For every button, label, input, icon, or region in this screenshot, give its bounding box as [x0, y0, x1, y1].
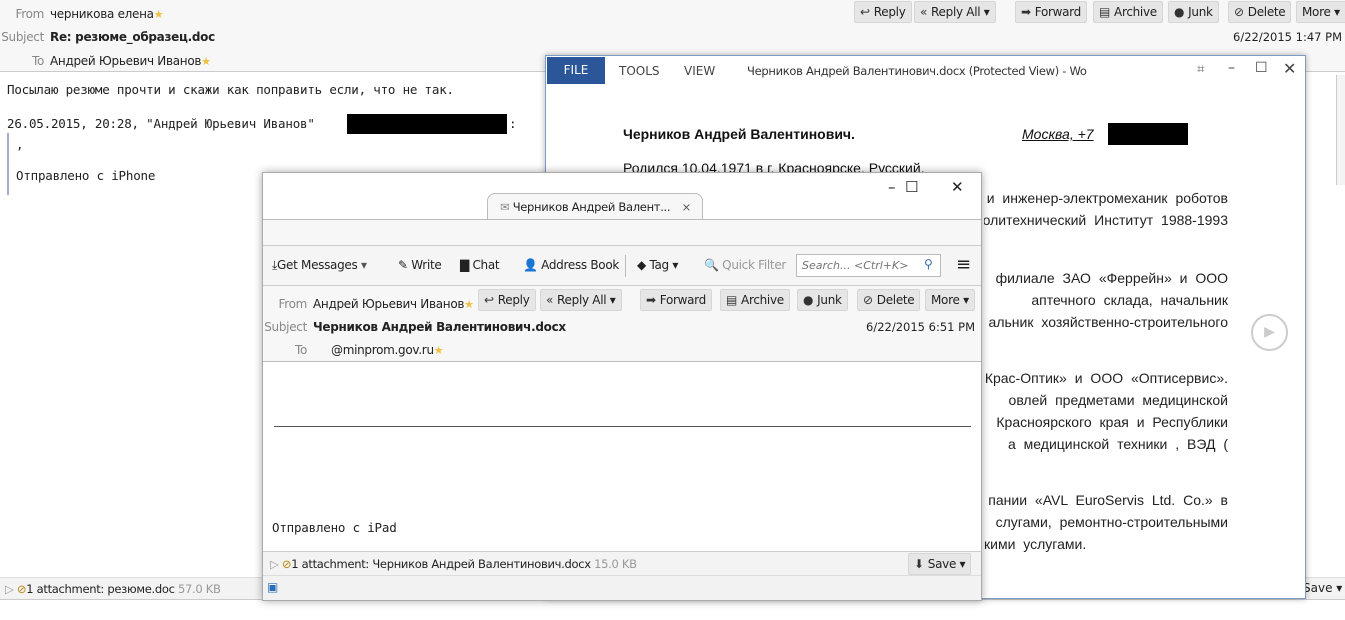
thunderbird-window: – ☐ ✕ ✉ Черников Андрей Валент... × ⤓Get…	[262, 172, 982, 601]
close-button[interactable]: ✕	[1283, 59, 1296, 78]
junk-button[interactable]: ● Junk	[797, 289, 848, 311]
star-icon[interactable]: ★	[464, 298, 474, 311]
star-icon[interactable]: ★	[434, 344, 444, 357]
minimize-button[interactable]: –	[1228, 60, 1235, 76]
menu-icon[interactable]: ≡	[956, 254, 971, 275]
expand-icon[interactable]: ▷	[270, 557, 279, 571]
bg-body-line: Посылаю резюме прочти и скажи как поправ…	[7, 82, 454, 97]
word-title: Черников Андрей Валентинович.docx (Prote…	[747, 64, 1087, 78]
archive-icon: ▤	[726, 293, 738, 307]
tb-subject: Черников Андрей Валентинович.docx	[313, 320, 566, 334]
bg-forward-button[interactable]: ➡ Forward	[1015, 1, 1087, 23]
search-input[interactable]	[796, 254, 941, 277]
junk-icon: ●	[803, 293, 814, 307]
address-book-button[interactable]: 👤 Address Book	[523, 258, 619, 272]
bg-from[interactable]: черникова елена	[50, 7, 154, 21]
attachment[interactable]: ▷ ⊘1 attachment: Черников Андрей Валенти…	[270, 557, 637, 571]
close-button[interactable]: ✕	[951, 178, 964, 196]
maximize-button[interactable]: ☐	[1255, 60, 1268, 76]
tb-date: 6/22/2015 6:51 PM	[866, 320, 975, 334]
chat-icon: ▇	[460, 258, 469, 272]
attachment-bar: ▷ ⊘1 attachment: Черников Андрей Валенти…	[263, 551, 981, 576]
bg-reply-button[interactable]: ↩ Reply	[854, 1, 912, 23]
bg-more-button[interactable]: More ▾	[1296, 1, 1345, 23]
more-button[interactable]: More ▾	[925, 289, 975, 311]
forward-icon: ➡	[1021, 5, 1031, 19]
reply-icon: ↩	[484, 293, 494, 307]
reply-button[interactable]: ↩ Reply	[478, 289, 536, 311]
forward-button[interactable]: ➡ Forward	[640, 289, 712, 311]
pencil-icon: ✎	[398, 258, 408, 272]
delete-icon: ⊘	[1234, 5, 1244, 19]
archive-icon: ▤	[1099, 5, 1111, 19]
tb-signature: Отправлено с iPad	[272, 520, 397, 535]
tag-button[interactable]: ◆ Tag ▾	[637, 258, 678, 272]
doc-text: и инженер-электромеханик роботов олитехн…	[984, 190, 1228, 552]
search-icon[interactable]: ⚲	[924, 257, 933, 271]
archive-button[interactable]: ▤ Archive	[720, 289, 790, 311]
paperclip-icon: ⊘	[16, 582, 27, 596]
magnifier-icon: 🔍	[704, 258, 719, 272]
bg-archive-button[interactable]: ▤ Archive	[1093, 1, 1163, 23]
quote-bar	[7, 133, 9, 195]
chat-button[interactable]: ▇ Chat	[460, 258, 500, 272]
bg-from-row: From черникова елена★	[15, 7, 164, 21]
tag-icon: ◆	[637, 258, 646, 272]
minimize-button[interactable]: –	[888, 178, 896, 196]
bg-reply-all-button[interactable]: «Reply All ▾	[914, 1, 996, 23]
reply-icon: ↩	[860, 5, 870, 19]
fullscreen-icon[interactable]: ⌗	[1197, 62, 1204, 77]
word-tab-file[interactable]: FILE	[547, 57, 605, 84]
bg-subject-row: Subject Re: резюме_образец.doc	[1, 30, 215, 44]
message-body: Отправлено с iPad	[263, 362, 981, 551]
close-tab-icon[interactable]: ×	[682, 200, 692, 214]
message-tab[interactable]: ✉ Черников Андрей Валент... ×	[487, 193, 703, 220]
doc-city: Москва, +7	[1022, 126, 1094, 142]
divider	[625, 255, 626, 277]
main-toolbar: ⤓Get Messages ▾ ✎ Write ▇ Chat 👤 Address…	[263, 246, 981, 286]
word-tab-view[interactable]: VIEW	[684, 64, 715, 78]
save-button[interactable]: ⬇ Save ▾	[908, 553, 972, 575]
redacted-phone	[1108, 123, 1188, 145]
tb-to[interactable]: @minprom.gov.ru	[331, 343, 434, 357]
bg-date: 6/22/2015 1:47 PM	[1233, 30, 1342, 44]
bg-save-button[interactable]: Save ▾	[1303, 581, 1342, 595]
redacted-email	[347, 114, 507, 134]
paperclip-icon: ⊘	[281, 557, 292, 571]
bg-to-row: To Андрей Юрьевич Иванов★	[31, 54, 211, 68]
next-page-play-icon[interactable]: ▶	[1251, 314, 1288, 351]
bg-junk-button[interactable]: ● Junk	[1168, 1, 1219, 23]
star-icon[interactable]: ★	[154, 8, 164, 21]
tb-from[interactable]: Андрей Юрьевич Иванов	[313, 297, 464, 311]
star-icon[interactable]: ★	[201, 55, 211, 68]
reply-all-icon: «	[546, 293, 554, 307]
bg-to[interactable]: Андрей Юрьевич Иванов	[50, 54, 201, 68]
download-icon: ⬇	[914, 557, 924, 571]
delete-icon: ⊘	[863, 293, 873, 307]
reply-all-button[interactable]: «Reply All ▾	[540, 289, 622, 311]
delete-button[interactable]: ⊘ Delete	[857, 289, 921, 311]
expand-icon[interactable]: ▷	[5, 582, 14, 596]
quick-filter-button[interactable]: 🔍 Quick Filter	[704, 258, 786, 272]
online-status-icon[interactable]: ▣	[267, 580, 278, 594]
bg-quote-header: 26.05.2015, 20:28, "Андрей Юрьевич Ивано…	[7, 116, 315, 131]
bg-subject: Re: резюме_образец.doc	[50, 30, 215, 44]
forward-icon: ➡	[646, 293, 656, 307]
separator-line	[274, 426, 971, 427]
doc-name: Черников Андрей Валентинович.	[623, 126, 855, 142]
get-messages-button[interactable]: ⤓Get Messages ▾	[272, 258, 367, 273]
envelope-icon: ✉	[500, 200, 510, 214]
bg-delete-button[interactable]: ⊘ Delete	[1228, 1, 1292, 23]
reply-all-icon: «	[920, 5, 928, 19]
person-icon: 👤	[523, 258, 538, 272]
scrollbar[interactable]	[1336, 75, 1345, 185]
write-button[interactable]: ✎ Write	[398, 258, 442, 272]
bg-attachment[interactable]: ▷ ⊘1 attachment: резюме.doc 57.0 KB	[5, 582, 221, 596]
bg-signature: Отправлено с iPhone	[16, 168, 156, 183]
maximize-button[interactable]: ☐	[905, 178, 918, 196]
junk-icon: ●	[1174, 5, 1185, 19]
word-tab-tools[interactable]: TOOLS	[619, 64, 660, 78]
